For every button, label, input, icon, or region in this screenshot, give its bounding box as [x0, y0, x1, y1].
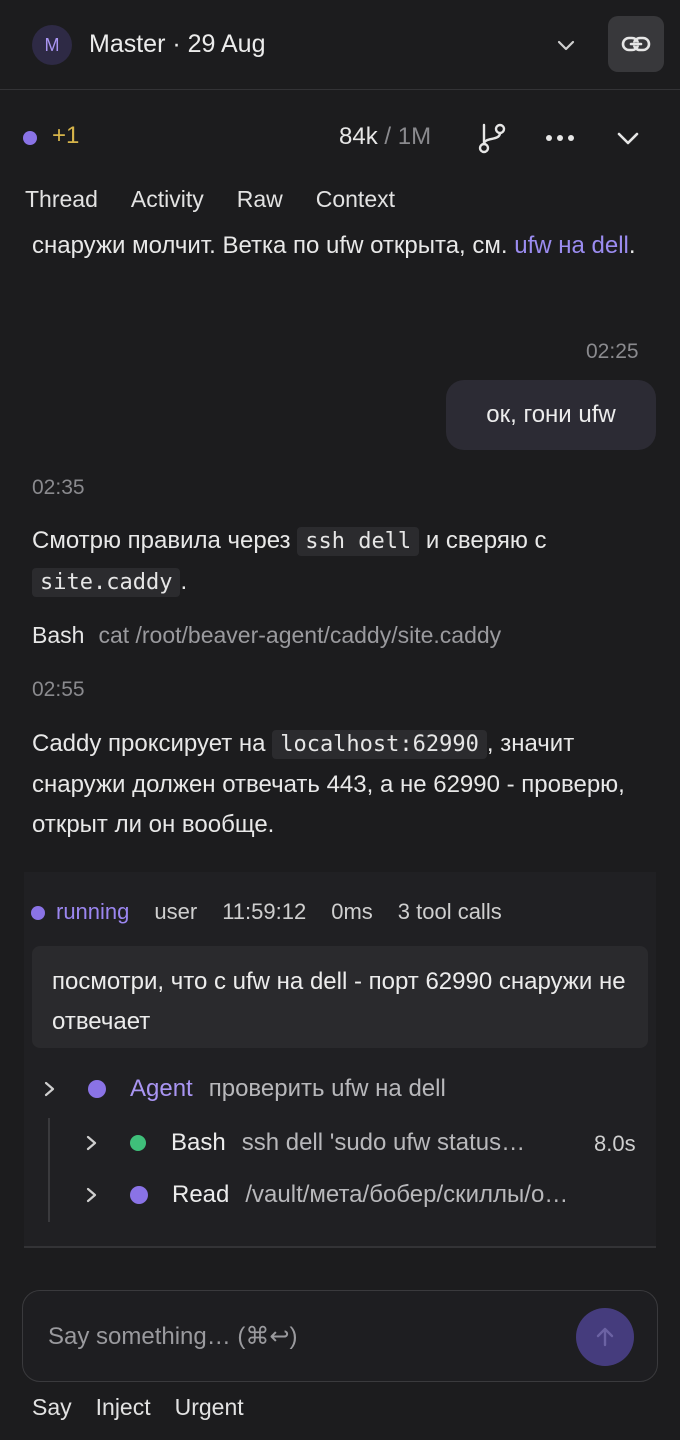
tool-name: Bash — [32, 622, 85, 648]
chevron-right-icon[interactable] — [42, 1079, 58, 1099]
read-status-dot — [130, 1186, 148, 1204]
message-text: Caddy проксирует на — [32, 730, 273, 757]
tokens-max: 1M — [397, 123, 432, 150]
arrow-up-icon — [596, 1327, 614, 1347]
tree-connector — [48, 1118, 50, 1222]
message-text: Смотрю правила через — [32, 527, 298, 554]
tab-bar: Thread Activity Raw Context — [25, 186, 428, 213]
running-dot — [31, 906, 45, 920]
message-text: . — [628, 232, 636, 259]
run-status: running — [56, 899, 130, 924]
tree-label: Agent — [130, 1075, 193, 1102]
avatar[interactable]: M — [32, 25, 72, 65]
user-message-text: ок, гони ufw — [486, 401, 616, 428]
tab-raw[interactable]: Raw — [237, 186, 283, 213]
tool-argument: cat /root/beaver-agent/caddy/site.caddy — [98, 622, 502, 648]
run-status-row: running user 11:59:12 0ms 3 tool calls — [56, 899, 527, 925]
message-composer — [22, 1290, 658, 1382]
run-prompt: посмотри, что с ufw на dell - порт 62990… — [32, 946, 648, 1048]
more-icon[interactable] — [543, 126, 577, 150]
run-duration: 0ms — [331, 899, 373, 924]
tree-row-read[interactable]: Read /vault/мета/бобер/скиллы/о… — [84, 1181, 624, 1209]
mode-inject[interactable]: Inject — [96, 1394, 151, 1421]
tree-label: Bash — [171, 1129, 226, 1156]
send-modes: Say Inject Urgent — [32, 1394, 268, 1421]
copy-link-button[interactable] — [608, 16, 664, 72]
thread-title[interactable]: Master · 29 Aug — [89, 30, 265, 59]
chevron-down-icon[interactable] — [553, 32, 579, 58]
tab-activity[interactable]: Activity — [131, 186, 204, 213]
tokens-separator: / — [384, 123, 392, 150]
run-prompt-text: посмотри, что с ufw на dell - порт 62990… — [52, 968, 626, 1035]
tree-desc: /vault/мета/бобер/скиллы/о… — [245, 1181, 569, 1208]
tree-desc: проверить ufw на dell — [208, 1075, 446, 1102]
tool-call-line[interactable]: Bash cat /root/beaver-agent/caddy/site.ca… — [32, 622, 501, 649]
tree-label: Read — [172, 1181, 230, 1208]
tokens-used: 84k — [339, 123, 378, 150]
tab-thread[interactable]: Thread — [25, 186, 98, 213]
run-time: 11:59:12 — [222, 899, 307, 924]
tree-desc: ssh dell 'sudo ufw status… — [241, 1129, 526, 1156]
inline-code: site.caddy — [32, 568, 181, 597]
link-icon — [621, 36, 651, 52]
run-tool-calls: 3 tool calls — [397, 899, 502, 924]
message-timestamp: 02:25 — [586, 340, 639, 363]
tree-row-bash[interactable]: Bash ssh dell 'sudo ufw status… — [84, 1129, 584, 1157]
bash-status-dot — [130, 1135, 146, 1151]
inline-code: ssh dell — [297, 527, 420, 556]
top-header: M Master · 29 Aug — [0, 0, 680, 90]
message-text: . — [180, 568, 188, 595]
run-role: user — [154, 899, 198, 924]
assistant-message: снаружи молчит. Ветка по ufw открыта, см… — [32, 232, 652, 266]
token-usage: 84k / 1M — [339, 123, 431, 151]
thread-content[interactable]: снаружи молчит. Ветка по ufw открыта, см… — [0, 232, 680, 1282]
inline-code: localhost:62990 — [272, 730, 487, 759]
message-input[interactable] — [48, 1319, 568, 1355]
mode-urgent[interactable]: Urgent — [175, 1394, 244, 1421]
participant-count[interactable]: +1 — [52, 122, 79, 150]
message-timestamp: 02:35 — [32, 476, 85, 499]
branch-icon[interactable] — [476, 121, 508, 155]
chevron-right-icon[interactable] — [84, 1185, 100, 1205]
message-text: и сверяю с — [419, 527, 547, 554]
agent-status-dot — [88, 1080, 106, 1098]
tree-duration: 8.0s — [594, 1131, 636, 1156]
send-button[interactable] — [576, 1308, 634, 1366]
chevron-right-icon[interactable] — [84, 1133, 100, 1153]
thread-link[interactable]: ufw на dell — [514, 232, 629, 259]
message-timestamp: 02:55 — [32, 678, 85, 701]
assistant-message: Смотрю правила через ssh dell и сверяю с… — [32, 521, 652, 603]
assistant-message: Caddy проксирует на localhost:62990, зна… — [32, 724, 652, 845]
tab-context[interactable]: Context — [316, 186, 395, 213]
message-text: снаружи молчит. Ветка по ufw открыта, см… — [32, 232, 515, 259]
status-dot — [23, 131, 37, 145]
mode-say[interactable]: Say — [32, 1394, 72, 1421]
chevron-down-icon[interactable] — [614, 124, 642, 152]
tree-row-agent[interactable]: Agent проверить ufw на dell — [42, 1075, 446, 1103]
user-message-bubble: ок, гони ufw — [446, 380, 656, 450]
